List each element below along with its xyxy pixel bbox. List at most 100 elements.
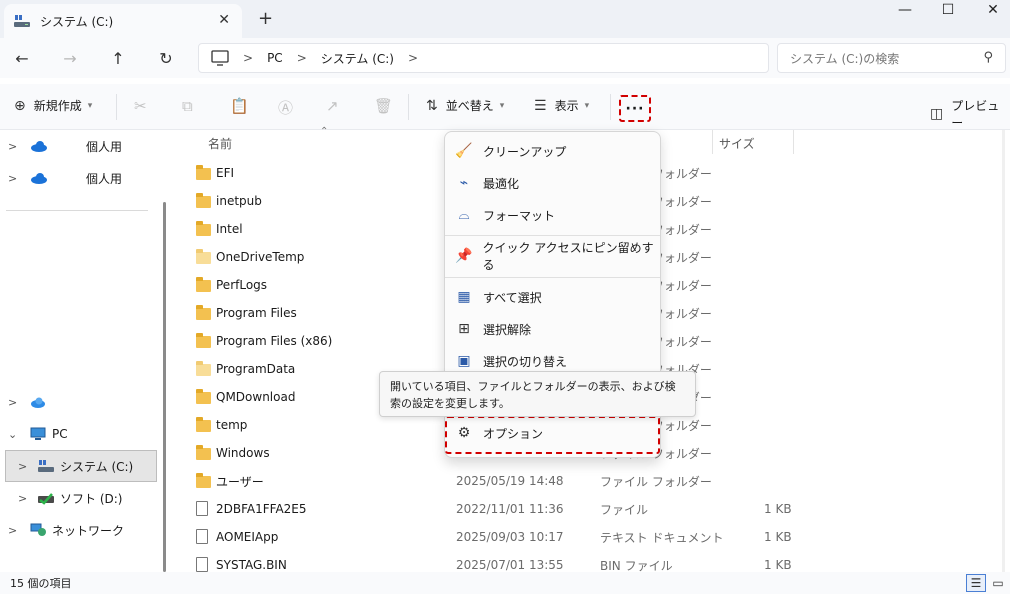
rename-icon[interactable]: Ⓐ <box>278 97 293 118</box>
see-more-button[interactable]: ··· <box>619 95 651 122</box>
sidebar-item-network[interactable]: > ネットワーク <box>0 516 160 544</box>
chevron-down-icon[interactable]: ⌄ <box>8 428 17 441</box>
table-row[interactable]: 2DBFA1FFA2E5 2022/11/01 11:36 ファイル 1 KB <box>196 495 976 523</box>
close-tab-icon[interactable]: ✕ <box>218 12 230 28</box>
maximize-button[interactable]: ☐ <box>925 0 971 20</box>
menu-item-select-none[interactable]: ⊞ 選択解除 <box>455 315 655 343</box>
tiles-view-icon[interactable]: ▭ <box>988 574 1008 592</box>
column-header-name[interactable]: 名前 <box>208 130 232 156</box>
file-type: ファイル フォルダー <box>600 474 712 489</box>
column-divider <box>793 130 794 154</box>
file-type: ファイル <box>600 502 649 517</box>
sidebar-item-label: 個人用 <box>86 139 123 154</box>
menu-item-label: 選択の切り替え <box>483 354 568 369</box>
sidebar-item-system-c[interactable]: > システム (C:) <box>0 452 160 480</box>
file-date: 2025/09/03 10:17 <box>456 530 564 544</box>
chevron-right-icon[interactable]: > <box>8 140 17 153</box>
table-row[interactable]: ユーザー 2025/05/19 14:48 ファイル フォルダー <box>196 467 976 495</box>
menu-item-pin-quick-access[interactable]: 📌 クイック アクセスにピン留めする <box>455 241 655 272</box>
cut-icon[interactable]: ✂ <box>134 97 147 115</box>
broom-icon: 🧹 <box>455 143 473 159</box>
chevron-right-icon[interactable]: > <box>8 524 17 537</box>
divider <box>408 94 409 120</box>
back-button[interactable]: ← <box>8 46 36 70</box>
status-bar: 15 個の項目 ☰ ▭ <box>0 572 1010 594</box>
view-label: 表示 <box>554 99 579 113</box>
breadcrumb-pc[interactable]: PC <box>267 51 283 65</box>
sort-button[interactable]: ⇅ 並べ替え ▾ <box>426 97 504 114</box>
file-icon <box>196 557 208 572</box>
details-view-icon[interactable]: ☰ <box>966 574 986 592</box>
sort-icon: ⇅ <box>426 97 438 114</box>
navigation-pane: > 個人用 > 個人用 > ⌄ PC > システム (C:) > ソフト (D:… <box>0 130 172 572</box>
chevron-right-icon: > <box>296 51 307 65</box>
window-tab[interactable]: システム (C:) ✕ <box>4 4 242 38</box>
search-icon: ⚲ <box>983 50 993 65</box>
drive-icon <box>38 460 54 472</box>
navigation-bar: ← → ↑ ↻ > PC > システム (C:) > システム (C:)の検索 … <box>0 38 1010 78</box>
chevron-right-icon[interactable]: > <box>18 492 27 505</box>
share-icon[interactable]: ↗ <box>326 97 339 115</box>
sidebar-item-soft-d[interactable]: > ソフト (D:) <box>0 484 160 512</box>
up-button[interactable]: ↑ <box>104 46 132 70</box>
chevron-right-icon[interactable]: > <box>8 396 17 409</box>
content-scrollbar[interactable] <box>1002 130 1005 572</box>
preview-button[interactable]: ◫ プレビュー <box>930 97 1010 131</box>
forward-button[interactable]: → <box>56 46 84 70</box>
sidebar-scrollbar[interactable] <box>163 202 166 572</box>
menu-item-select-all[interactable]: ▦ すべて選択 <box>455 283 655 311</box>
table-row[interactable]: AOMEIApp 2025/09/03 10:17 テキスト ドキュメント 1 KB <box>196 523 976 551</box>
menu-item-label: フォーマット <box>483 208 556 223</box>
folder-icon <box>196 305 211 320</box>
sidebar-item-pc[interactable]: ⌄ PC <box>0 420 160 448</box>
column-divider <box>712 130 713 154</box>
format-drive-icon: ⌓ <box>458 207 470 223</box>
chevron-right-icon[interactable]: > <box>18 460 27 473</box>
sidebar-divider <box>6 210 148 211</box>
chevron-down-icon: ▾ <box>87 100 93 111</box>
file-date: 2025/05/19 14:48 <box>456 474 564 488</box>
divider <box>610 94 611 120</box>
chevron-right-icon[interactable]: > <box>8 172 17 185</box>
folder-icon <box>196 193 211 208</box>
refresh-button[interactable]: ↻ <box>152 46 180 70</box>
menu-item-optimize[interactable]: ⌁ 最適化 <box>455 169 655 197</box>
menu-item-format[interactable]: ⌓ フォーマット <box>455 201 655 229</box>
sidebar-item-onedrive[interactable]: > <box>0 388 160 416</box>
plus-circle-icon: ⊕ <box>14 97 26 114</box>
menu-item-cleanup[interactable]: 🧹 クリーンアップ <box>455 137 655 165</box>
folder-icon <box>196 333 211 348</box>
copy-icon[interactable]: ⧉ <box>182 97 193 115</box>
delete-icon[interactable]: 🗑 <box>374 97 393 115</box>
new-button[interactable]: ⊕ 新規作成 ▾ <box>14 97 92 114</box>
column-name-label: 名前 <box>208 136 233 151</box>
breadcrumb-drive[interactable]: システム (C:) <box>321 50 394 67</box>
sidebar-item-label: 個人用 <box>86 171 123 186</box>
search-input[interactable]: システム (C:)の検索 <box>790 50 899 67</box>
onedrive-cloud-icon <box>31 397 45 408</box>
file-icon <box>196 529 208 544</box>
address-bar[interactable]: > PC > システム (C:) > <box>198 43 769 73</box>
view-button[interactable]: ☰ 表示 ▾ <box>534 97 589 114</box>
search-box[interactable]: システム (C:)の検索 ⚲ <box>777 43 1006 73</box>
chevron-down-icon: ▾ <box>584 100 590 111</box>
file-type: BIN ファイル <box>600 558 673 573</box>
paste-icon[interactable]: 📋 <box>230 97 249 115</box>
new-tab-button[interactable]: + <box>258 8 273 29</box>
chevron-right-icon[interactable]: > <box>408 51 418 65</box>
close-window-button[interactable]: ✕ <box>970 0 1010 20</box>
file-name: ProgramData <box>216 362 296 376</box>
sidebar-item-onedrive-personal-1[interactable]: > 個人用 <box>0 132 160 160</box>
column-header-size[interactable]: サイズ <box>719 130 755 156</box>
file-date: 2025/07/01 13:55 <box>456 558 564 572</box>
sidebar-item-label: システム (C:) <box>60 459 134 474</box>
sidebar-item-onedrive-personal-2[interactable]: > 個人用 <box>0 164 160 192</box>
sidebar-item-label: ネットワーク <box>52 523 125 538</box>
see-more-menu: 🧹 クリーンアップ ⌁ 最適化 ⌓ フォーマット 📌 クイック アクセスにピン留… <box>444 131 661 381</box>
tab-title: システム (C:) <box>40 14 114 29</box>
minimize-button[interactable]: — <box>882 0 928 20</box>
menu-item-label: 選択解除 <box>483 322 532 337</box>
drive-icon <box>14 15 30 27</box>
menu-divider <box>445 277 660 278</box>
file-name: Program Files (x86) <box>216 334 333 348</box>
